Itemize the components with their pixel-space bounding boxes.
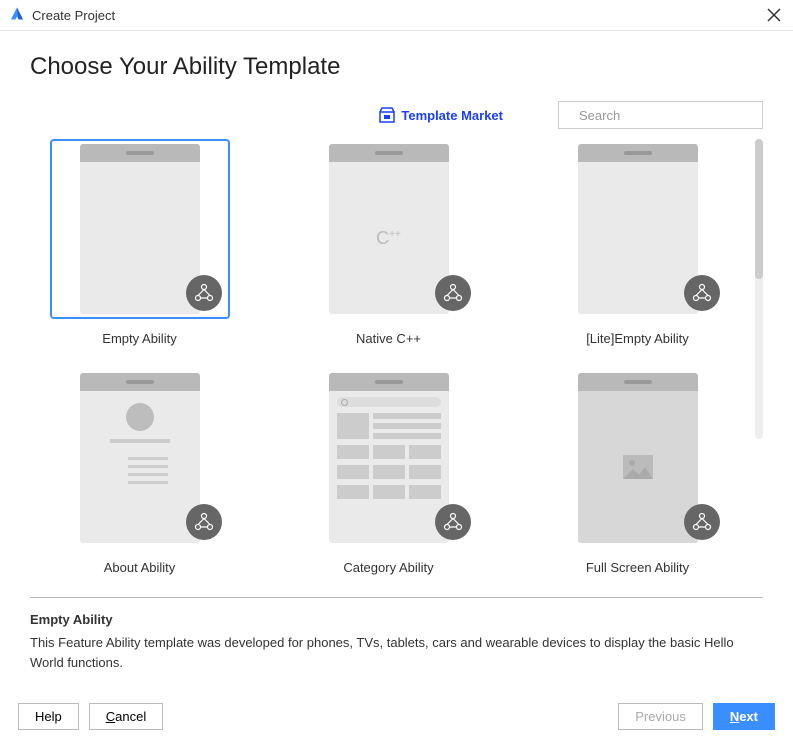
search-input[interactable] [579,108,755,123]
market-icon [379,107,395,123]
phone-mock [578,144,698,314]
help-button[interactable]: Help [18,703,79,730]
ability-badge-icon [435,275,471,311]
next-button[interactable]: Next [713,703,775,730]
scroll-area: Empty Ability C++ Native C++ [30,139,763,589]
window-title: Create Project [32,8,115,23]
template-card-fullscreen[interactable]: Full Screen Ability [528,368,747,575]
phone-mock [80,373,200,543]
cancel-button[interactable]: Cancel [89,703,163,730]
template-thumb [548,368,728,548]
dialog-body: Choose Your Ability Template Template Ma… [0,31,793,598]
template-thumb [50,368,230,548]
template-card-category[interactable]: Category Ability [279,368,498,575]
top-row: Template Market [30,101,763,129]
app-logo-icon [8,6,26,24]
footer: Help Cancel Previous Next [0,703,793,730]
template-card-native-cpp[interactable]: C++ Native C++ [279,139,498,346]
description-title: Empty Ability [30,612,763,627]
ability-badge-icon [186,504,222,540]
phone-mock [329,373,449,543]
template-grid: Empty Ability C++ Native C++ [30,139,747,575]
cpp-icon: C++ [376,228,401,249]
titlebar: Create Project [0,0,793,31]
template-thumb [548,139,728,319]
template-label: Category Ability [343,560,433,575]
template-thumb: C++ [299,139,479,319]
template-label: Full Screen Ability [586,560,689,575]
market-link-label: Template Market [401,108,503,123]
phone-mock [80,144,200,314]
search-box[interactable] [558,101,763,129]
description-text: This Feature Ability template was develo… [30,633,763,672]
ability-badge-icon [684,504,720,540]
template-label: About Ability [104,560,176,575]
image-icon [623,455,653,479]
template-card-empty[interactable]: Empty Ability [30,139,249,346]
phone-mock: C++ [329,144,449,314]
template-label: Native C++ [356,331,421,346]
ability-badge-icon [435,504,471,540]
template-card-about[interactable]: About Ability [30,368,249,575]
template-thumb [299,368,479,548]
ability-badge-icon [684,275,720,311]
scrollbar-thumb[interactable] [755,139,763,279]
ability-badge-icon [186,275,222,311]
template-thumb [50,139,230,319]
template-market-link[interactable]: Template Market [379,107,503,123]
phone-mock [578,373,698,543]
close-icon[interactable] [767,8,781,22]
about-preview [110,391,170,484]
template-card-lite-empty[interactable]: [Lite]Empty Ability [528,139,747,346]
page-heading: Choose Your Ability Template [30,53,763,81]
template-label: Empty Ability [102,331,176,346]
template-label: [Lite]Empty Ability [586,331,689,346]
fullscreen-preview [578,391,698,543]
category-preview [329,391,449,505]
titlebar-left: Create Project [8,6,115,24]
description-block: Empty Ability This Feature Ability templ… [0,598,793,672]
scrollbar[interactable] [755,139,763,439]
previous-button: Previous [618,703,703,730]
template-grid-wrap: Empty Ability C++ Native C++ [30,139,747,589]
